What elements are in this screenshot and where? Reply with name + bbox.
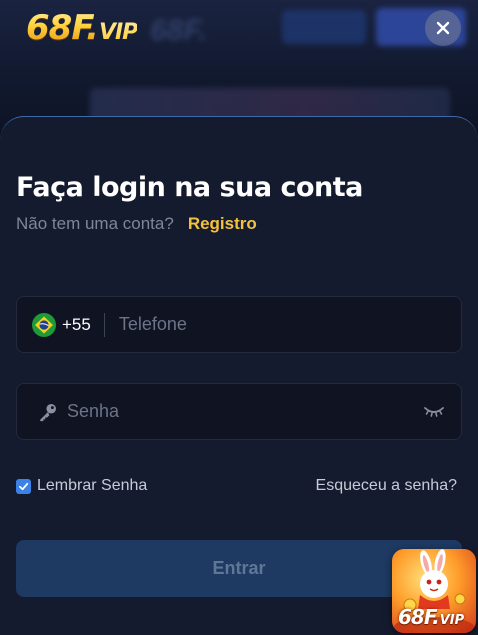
promo-logo-vip: VIP xyxy=(439,613,465,628)
brazil-flag-icon xyxy=(32,312,56,337)
password-field xyxy=(16,383,462,440)
country-dial-code: +55 xyxy=(62,314,91,334)
remember-password-label: Lembrar Senha xyxy=(37,477,148,494)
brand-logo: 68F. VIP xyxy=(26,6,138,50)
register-link[interactable]: Registro xyxy=(188,214,257,234)
brand-logo-vip: VIP xyxy=(99,11,138,55)
close-icon xyxy=(436,21,450,35)
password-input[interactable] xyxy=(59,384,423,439)
forgot-password-link[interactable]: Esqueceu a senha? xyxy=(316,477,457,495)
promo-logo: 68F. VIP xyxy=(398,605,464,629)
no-account-text: Não tem uma conta? xyxy=(16,214,174,233)
promo-logo-main: 68F. xyxy=(398,605,440,629)
country-code-selector[interactable]: +55 xyxy=(17,297,91,352)
floating-promo-badge[interactable]: 68F. VIP xyxy=(392,549,476,633)
phone-input[interactable] xyxy=(104,297,461,352)
page-title: Faça login na sua conta xyxy=(16,172,363,203)
key-icon xyxy=(40,403,56,421)
eye-closed-icon[interactable] xyxy=(423,405,445,419)
login-page: 68F. 68F. VIP Faça login na sua conta Nã… xyxy=(0,0,478,635)
phone-field: +55 xyxy=(16,296,462,353)
register-prompt: Não tem uma conta? Registro xyxy=(16,214,257,234)
background-button-login xyxy=(282,10,366,44)
check-icon xyxy=(18,482,29,490)
remember-password-checkbox[interactable]: Lembrar Senha xyxy=(16,477,147,495)
checkbox-box xyxy=(16,478,31,494)
close-button[interactable] xyxy=(425,10,461,46)
brand-logo-main: 68F. xyxy=(26,8,99,48)
background-logo: 68F. xyxy=(150,14,207,47)
